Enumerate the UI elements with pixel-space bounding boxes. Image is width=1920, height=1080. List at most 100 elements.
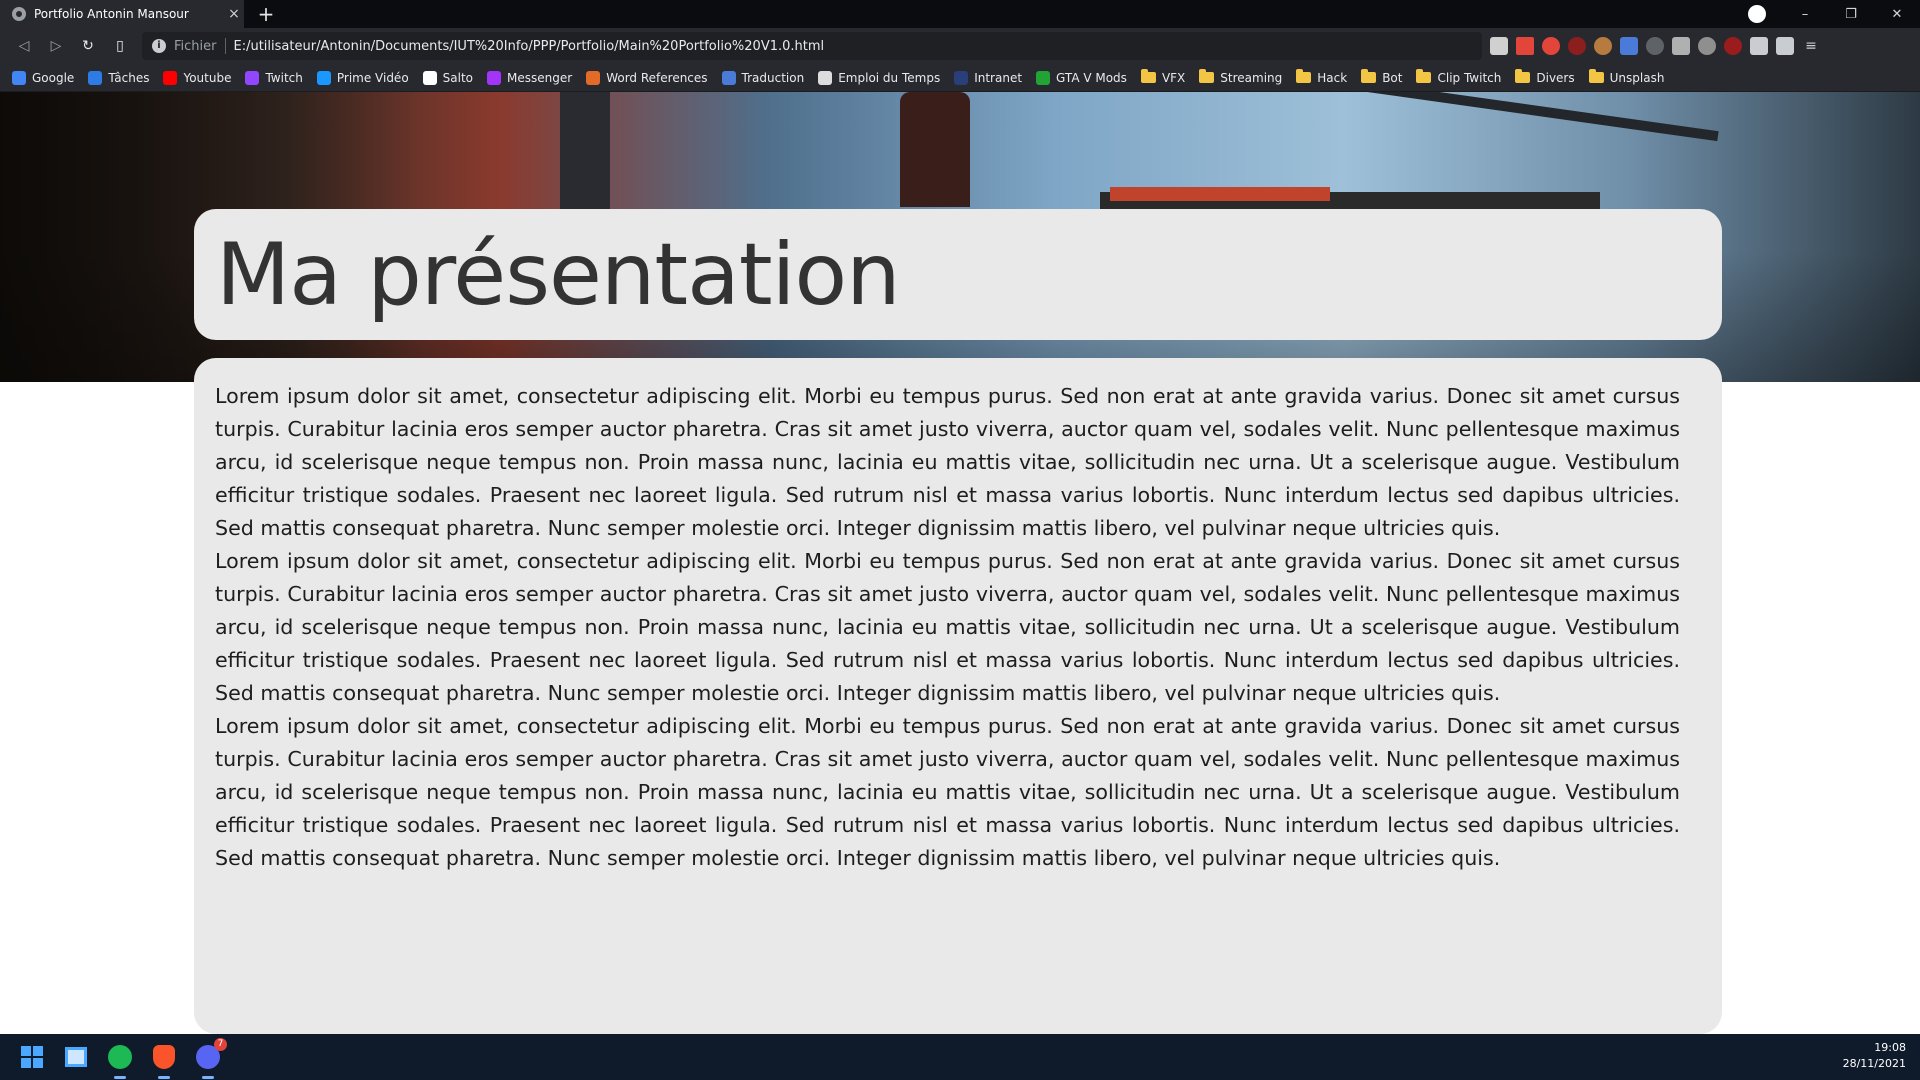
address-url[interactable]: E:/utilisateur/Antonin/Documents/IUT%20I… [234,39,825,54]
new-tab-button[interactable]: + [254,2,278,26]
tab-close-icon[interactable]: × [224,6,244,22]
tasks-icon [88,70,103,85]
back-icon[interactable]: ◁ [8,32,40,60]
widgets-button[interactable] [60,1041,92,1073]
bookmark-item[interactable]: GTA V Mods [1036,70,1127,85]
extension-grey-icon[interactable] [1646,37,1664,55]
bookmark-item[interactable]: Hack [1296,69,1348,85]
taskbar: 7 19:08 28/11/2021 [0,1034,1920,1080]
bookmark-label: Hack [1317,70,1348,85]
bookmark-label: Unsplash [1609,70,1665,85]
bookmark-label: Traduction [741,70,805,85]
bookmark-item[interactable]: Streaming [1199,69,1282,85]
spotify-button[interactable] [104,1041,136,1079]
bookmark-item[interactable]: VFX [1140,69,1186,85]
prime-video-icon [316,70,331,85]
menu-icon[interactable]: ≡ [1802,37,1820,55]
folder-icon [1515,69,1531,83]
bookmarks-bar: Google Tâches Youtube Twitch Prime Vidéo Salt… [0,64,1920,92]
tab-portfolio[interactable]: Portfolio Antonin Mansour × [0,0,244,28]
folder-icon [1416,69,1432,83]
address-scheme: Fichier [174,38,217,54]
bookmark-icon[interactable]: ▯ [104,32,136,60]
tab-favicon-icon [12,7,26,21]
bookmark-item[interactable]: Youtube [163,70,231,85]
bookmark-label: Tâches [108,70,150,85]
bookmark-label: VFX [1161,70,1186,85]
close-window-button[interactable]: ✕ [1874,7,1920,22]
clock-date: 28/11/2021 [1842,1057,1906,1070]
reload-icon[interactable]: ↻ [72,32,104,60]
calendar-icon [818,70,833,85]
bookmark-item[interactable]: Bot [1361,69,1402,85]
paragraph: Lorem ipsum dolor sit amet, consectetur … [215,384,1680,540]
content-card: Lorem ipsum dolor sit amet, consectetur … [194,358,1722,1034]
bookmark-label: Word References [606,70,708,85]
bookmark-item[interactable]: Divers [1515,69,1575,85]
bookmark-item[interactable]: Twitch [245,70,303,85]
profile-icon[interactable] [1748,5,1766,23]
bookmark-label: Salto [442,70,474,85]
extension-globe-icon[interactable] [1698,37,1716,55]
bookmark-label: Messenger [507,70,573,85]
site-info-icon[interactable]: i [152,39,166,53]
extensions-area: ≡ [1490,32,1820,60]
google-icon [12,70,26,85]
adblock-plus-icon[interactable] [1542,37,1560,55]
bookmark-label: Clip Twitch [1437,70,1502,85]
extensions-puzzle-icon[interactable] [1750,37,1768,55]
address-separator [224,38,226,54]
bookmark-item[interactable]: Unsplash [1588,69,1665,85]
bookmark-item[interactable]: Word References [586,70,708,85]
bookmark-item[interactable]: Intranet [954,70,1022,85]
bookmark-label: GTA V Mods [1056,70,1127,85]
tab-title: Portfolio Antonin Mansour [34,7,189,21]
spotify-icon [108,1045,132,1069]
discord-button[interactable]: 7 [192,1038,227,1079]
extension-cookie-icon[interactable] [1594,37,1612,55]
ublock-icon[interactable] [1568,37,1586,55]
folder-icon [1199,69,1215,83]
widgets-icon [65,1047,87,1067]
forward-icon[interactable]: ▷ [40,32,72,60]
bookmark-label: Prime Vidéo [336,70,409,85]
tab-bar: Portfolio Antonin Mansour × + – ❐ ✕ [0,0,1920,28]
wordreference-icon [586,70,601,85]
restore-button[interactable]: ❐ [1828,7,1874,22]
bookmark-item[interactable]: Emploi du Temps [818,70,941,85]
bookmark-label: Emploi du Temps [838,70,941,85]
bookmark-item[interactable]: Google [12,70,75,85]
messenger-icon [487,70,502,85]
bookmark-item[interactable]: Prime Vidéo [316,70,409,85]
bookmark-label: Google [32,70,75,85]
paragraph: Lorem ipsum dolor sit amet, consectetur … [215,714,1680,870]
address-bar[interactable]: i Fichier E:/utilisateur/Antonin/Documen… [142,32,1482,60]
paragraph: Lorem ipsum dolor sit amet, consectetur … [215,549,1680,705]
bookmark-item[interactable]: Tâches [88,70,150,85]
twitch-icon [245,70,260,85]
bookmark-item[interactable]: Salto [422,70,474,85]
wallet-icon[interactable] [1776,37,1794,55]
translate-extension-icon[interactable] [1620,37,1638,55]
brave-rewards-icon[interactable] [1516,37,1534,55]
brave-shields-icon[interactable] [1490,37,1508,55]
minimize-button[interactable]: – [1782,7,1828,22]
brave-icon [153,1045,175,1069]
windows-icon [21,1046,43,1068]
bookmark-item[interactable]: Messenger [487,70,573,85]
brave-button[interactable] [148,1041,180,1079]
system-clock[interactable]: 19:08 28/11/2021 [1843,1040,1906,1072]
intranet-icon [954,70,969,85]
title-card: Ma présentation [194,209,1722,340]
notification-badge: 7 [214,1038,227,1051]
folder-icon [1140,69,1156,83]
extension-screenshot-icon[interactable] [1672,37,1690,55]
folder-icon [1296,69,1312,83]
extension-red-icon[interactable] [1724,37,1742,55]
clock-time: 19:08 [1874,1041,1906,1054]
bookmark-item[interactable]: Clip Twitch [1416,69,1502,85]
bookmark-label: Divers [1536,70,1575,85]
page-viewport: Ma présentation Lorem ipsum dolor sit am… [0,92,1920,1034]
bookmark-item[interactable]: Traduction [721,70,805,85]
start-button[interactable] [16,1041,48,1073]
